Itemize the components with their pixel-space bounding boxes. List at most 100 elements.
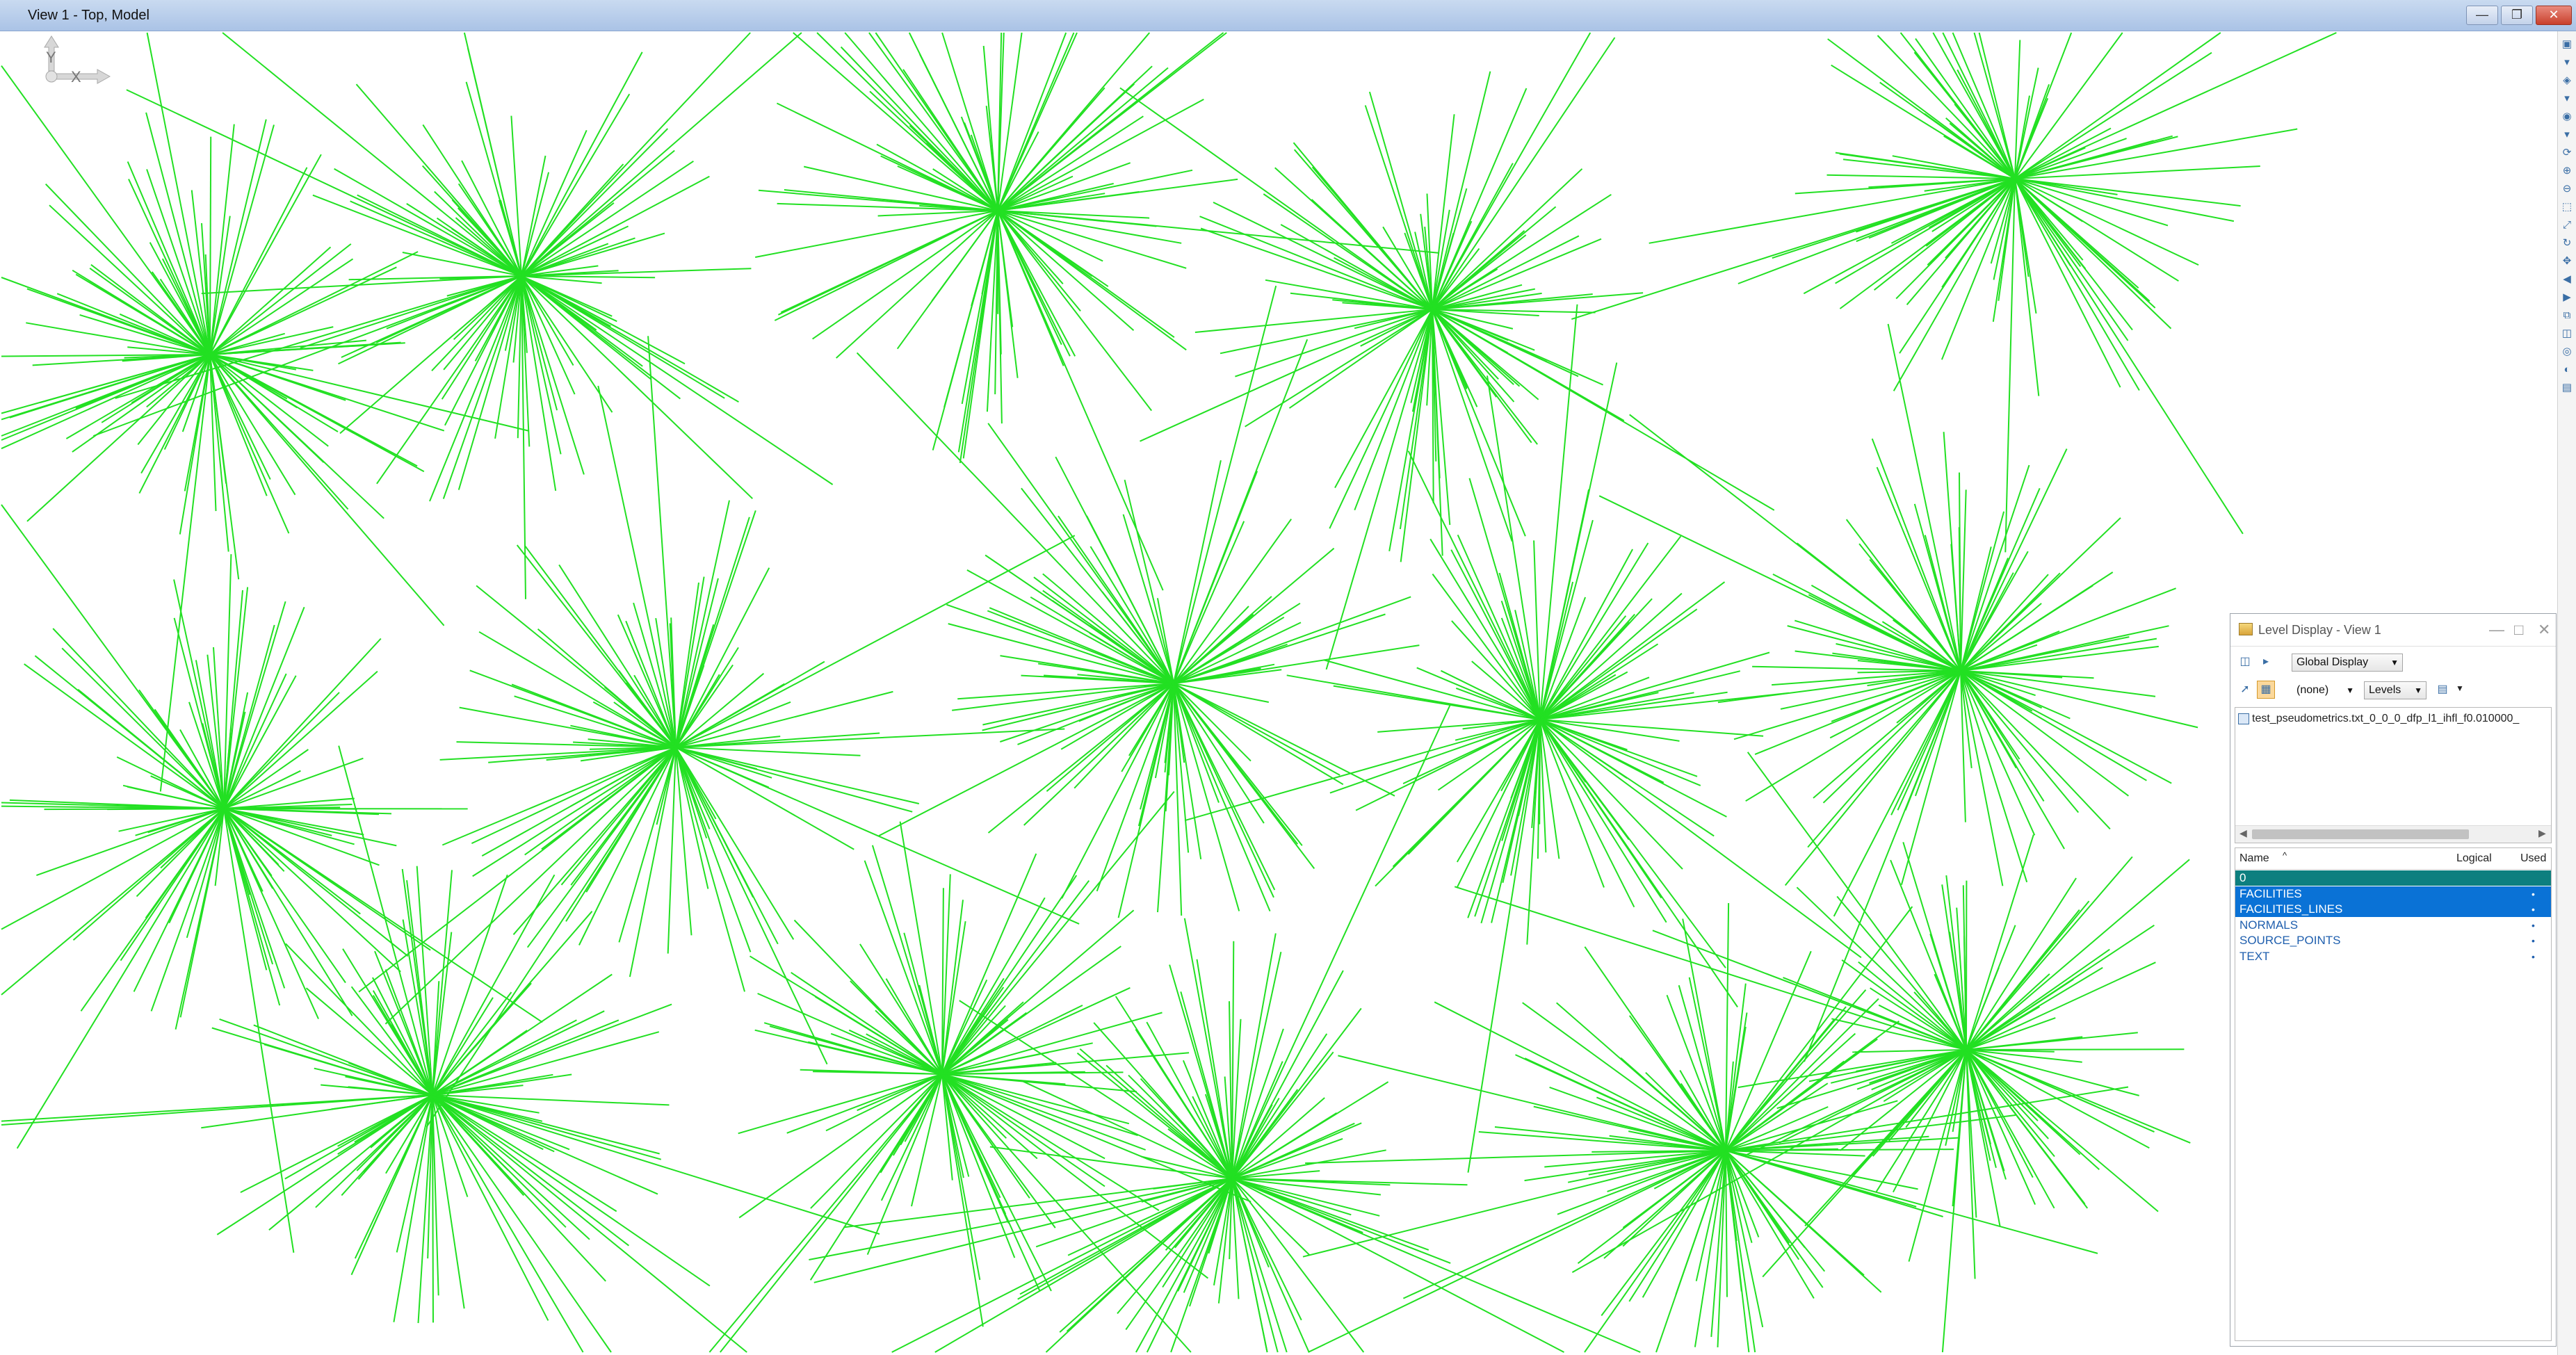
facility-line <box>941 1073 1192 1353</box>
facility-line <box>1822 670 1961 804</box>
display-mode-select[interactable]: Global Display ▼ <box>2292 654 2403 672</box>
facility-line <box>16 808 225 1149</box>
level-row[interactable]: FACILITIES_LINES • <box>2235 902 2551 917</box>
facility-line <box>1966 834 2034 1050</box>
panel-close-icon[interactable]: ✕ <box>2538 621 2550 639</box>
view-mode-select[interactable]: Levels ▼ <box>2364 681 2427 699</box>
view-rotation-triad: Y X <box>44 35 111 86</box>
level-row[interactable]: 0 <box>2235 870 2551 886</box>
presentation-icon[interactable]: ▤ <box>2561 382 2573 394</box>
level-row[interactable]: FACILITIES • <box>2235 886 2551 902</box>
level-options-icon[interactable]: ▤ <box>2433 681 2452 699</box>
facility-line <box>1745 670 1961 802</box>
column-header-name[interactable]: Name <box>2239 852 2269 865</box>
facility-line <box>891 1178 1233 1353</box>
column-header-logical[interactable]: Logical <box>2456 852 2492 865</box>
level-row[interactable]: NORMALS • <box>2235 918 2551 933</box>
file-tree-item-label: test_pseudometrics.txt_0_0_0_dfp_l1_ihfl… <box>2252 713 2520 724</box>
level-display-icon[interactable]: ◈ <box>2561 74 2573 87</box>
facility-line <box>223 749 309 809</box>
view-previous-icon[interactable]: ◀ <box>2561 273 2573 286</box>
zoom-out-icon[interactable]: ⊖ <box>2561 183 2573 195</box>
restore-button[interactable]: ❐ <box>2501 6 2533 25</box>
view-title-bar[interactable]: View 1 - Top, Model — ❐ ✕ <box>0 0 2576 31</box>
facility-line <box>844 32 998 211</box>
select-pointer-icon[interactable]: ➚ <box>2236 681 2254 699</box>
facility-line <box>1960 448 2068 672</box>
display-style-icon[interactable]: ◉ <box>2561 111 2573 123</box>
scroll-left-icon[interactable]: ◀ <box>2239 827 2247 839</box>
level-row[interactable]: TEXT • <box>2235 949 2551 964</box>
levels-table-header: Name ^ Logical Used <box>2235 848 2551 870</box>
window-area-icon[interactable]: ⬚ <box>2561 201 2573 213</box>
symbology-filter-select[interactable]: (none) ▼ <box>2292 681 2358 699</box>
facility-line <box>24 663 225 809</box>
pan-view-icon[interactable]: ✥ <box>2561 255 2573 268</box>
dropdown-icon[interactable]: ▾ <box>2561 56 2573 69</box>
zoom-in-icon[interactable]: ⊕ <box>2561 165 2573 177</box>
horizontal-scrollbar[interactable]: ◀ ▶ <box>2235 825 2551 843</box>
facility-line <box>1858 961 1967 1050</box>
level-name: 0 <box>2239 871 2246 884</box>
clip-volume-icon[interactable]: ◫ <box>2561 327 2573 340</box>
view-next-icon[interactable]: ▶ <box>2561 291 2573 304</box>
facility-line <box>2014 178 2172 330</box>
chevron-down-icon: ▼ <box>2346 685 2354 695</box>
facility-line <box>521 175 710 277</box>
level-filter-icon[interactable]: ▦ <box>2257 681 2275 699</box>
options-chevron-down-icon[interactable]: ▼ <box>2456 683 2464 693</box>
facility-line <box>1432 37 1616 310</box>
levels-table[interactable]: Name ^ Logical Used 0 FACILITIES • FACILITI… <box>2235 847 2552 1341</box>
facility-line <box>1231 1178 1288 1353</box>
close-button[interactable]: ✕ <box>2536 6 2572 25</box>
view-attributes-icon[interactable]: ▣ <box>2561 38 2573 51</box>
column-header-used[interactable]: Used <box>2520 852 2546 865</box>
file-tree[interactable]: test_pseudometrics.txt_0_0_0_dfp_l1_ihfl… <box>2235 707 2552 843</box>
facility-line <box>871 845 943 1075</box>
facility-line <box>1598 495 1961 672</box>
facility-line <box>386 275 522 330</box>
facility-line <box>209 354 445 626</box>
facility-line <box>2014 51 2212 179</box>
rotate-view-icon[interactable]: ↻ <box>2561 237 2573 250</box>
dropdown-icon[interactable]: ▾ <box>2561 129 2573 141</box>
facility-line <box>209 354 384 519</box>
fit-view-icon[interactable]: ⤢ <box>2561 219 2573 232</box>
facility-line <box>1966 859 2190 1050</box>
render-icon[interactable]: ◐ <box>2561 364 2573 376</box>
facility-line <box>209 124 235 355</box>
facility-line <box>521 275 681 400</box>
scroll-right-icon[interactable]: ▶ <box>2538 827 2546 839</box>
panel-minimize-icon[interactable]: — <box>2489 621 2504 639</box>
facility-line <box>675 500 730 748</box>
facility-line <box>1 354 211 437</box>
facility-line <box>1388 309 1433 551</box>
copy-view-icon[interactable]: ⧉ <box>2561 309 2573 322</box>
facility-line <box>675 747 913 813</box>
facility-line <box>432 874 556 1096</box>
camera-icon[interactable]: ◎ <box>2561 346 2573 358</box>
scrollbar-thumb[interactable] <box>2252 829 2469 839</box>
dropdown-icon[interactable]: ▾ <box>2561 92 2573 105</box>
level-row[interactable]: SOURCE_POINTS • <box>2235 933 2551 948</box>
update-view-icon[interactable]: ⟳ <box>2561 147 2573 159</box>
model-view-canvas[interactable] <box>0 31 2557 1355</box>
level-display-title: Level Display - View 1 <box>2258 623 2381 637</box>
panel-restore-icon[interactable]: □ <box>2514 621 2523 639</box>
facility-line <box>675 747 709 889</box>
facility-line <box>864 860 943 1075</box>
file-tree-item[interactable]: test_pseudometrics.txt_0_0_0_dfp_l1_ihfl… <box>2238 711 2548 727</box>
select-view-icon[interactable]: ▸ <box>2257 653 2275 671</box>
facility-line <box>2014 138 2127 179</box>
level-display-title-bar[interactable]: Level Display - View 1 — □ ✕ <box>2230 614 2556 647</box>
facility-line <box>1231 1178 1564 1353</box>
level-used-indicator: • <box>2532 919 2535 931</box>
facility-line <box>1173 683 1183 916</box>
level-name: FACILITIES <box>2239 886 2302 900</box>
views-icon[interactable]: ◫ <box>2236 653 2254 671</box>
facility-line <box>1457 534 1541 720</box>
facility-line <box>1539 719 1667 923</box>
facility-line <box>355 83 522 277</box>
facility-line <box>1966 1048 2185 1050</box>
minimize-button[interactable]: — <box>2466 6 2498 25</box>
